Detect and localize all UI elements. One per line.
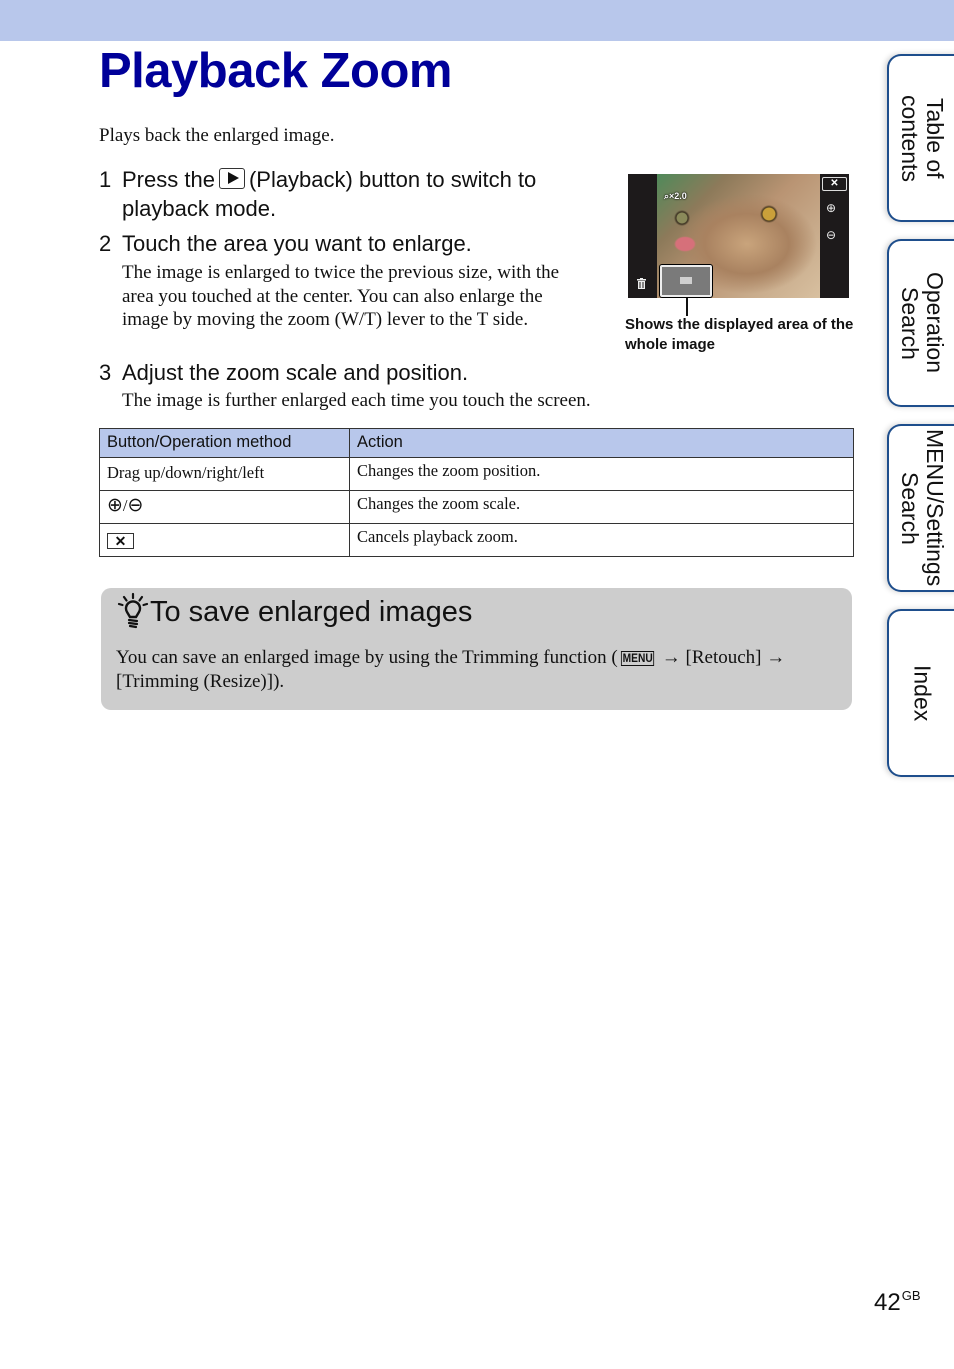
header-band — [0, 0, 954, 41]
step-text-part: (Playback) button to switch to — [248, 167, 537, 192]
step-3-description: The image is further enlarged each time … — [122, 390, 591, 411]
side-tab-index[interactable]: Index — [887, 609, 954, 777]
illustration-caption: Shows the displayed area of the whole im… — [625, 316, 854, 353]
tip-text: [Trimming (Resize)]). — [116, 670, 285, 692]
step-text-part: playback mode. — [122, 196, 277, 221]
side-tab-label-wrap: Index — [889, 611, 954, 775]
callout-line — [686, 298, 688, 316]
page-number-suffix: GB — [901, 1288, 921, 1303]
side-tab-table-of-contents[interactable]: Table of contents — [887, 54, 954, 222]
side-tab-label: MENU/Settings Search — [897, 429, 948, 587]
action-cell: Changes the zoom position. — [349, 457, 854, 491]
arrow-icon: → — [766, 647, 786, 668]
side-tab-label: Operation Search — [897, 272, 948, 374]
method-cell: Drag up/down/right/left — [99, 457, 350, 491]
zoom-scale-badge: ⌕×2.0 — [664, 191, 687, 201]
step-number: 2 — [99, 231, 112, 256]
navigator-thumbnail — [660, 265, 712, 297]
zoom-out-icon: ⊖ — [826, 228, 837, 242]
column-header: Action — [349, 428, 854, 458]
column-header: Button/Operation method — [99, 428, 350, 458]
action-cell: Cancels playback zoom. — [349, 523, 854, 557]
side-tab-operation-search[interactable]: Operation Search — [887, 239, 954, 407]
menu-button-icon: MENU — [620, 651, 655, 666]
operations-table: Button/Operation method Action Drag up/d… — [99, 428, 854, 557]
lightbulb-hint-icon — [117, 592, 149, 629]
trash-icon — [637, 278, 646, 292]
step-text: Press the (Playback) button to switch to … — [122, 165, 536, 223]
side-tab-label: Table of contents — [897, 94, 948, 182]
step-text-part: Press the — [122, 167, 215, 192]
intro-text: Plays back the enlarged image. — [99, 125, 335, 146]
tip-box: To save enlarged images You can save an … — [101, 588, 852, 710]
method-cell: ✕ — [99, 523, 350, 557]
side-tab-label-wrap: Operation Search — [889, 241, 954, 405]
zoom-in-icon: ⊕ — [107, 494, 123, 516]
page-number-value: 42 — [874, 1289, 901, 1316]
tip-title: To save enlarged images — [150, 596, 473, 628]
step-number: 1 — [99, 167, 112, 192]
page-number: 42GB — [874, 1288, 921, 1317]
table-header-row: Button/Operation method Action — [99, 428, 854, 458]
side-tab-label: Index — [909, 664, 936, 722]
zoom-in-icon: ⊕ — [826, 201, 837, 215]
table-row: ✕ Cancels playback zoom. — [99, 523, 854, 557]
step-text: Adjust the zoom scale and position. — [122, 360, 469, 385]
side-tab-label-wrap: MENU/Settings Search — [889, 426, 954, 590]
method-cell: ⊕/⊖ — [99, 490, 350, 524]
step-2-description: The image is enlarged to twice the previ… — [122, 262, 560, 330]
close-icon: ✕ — [107, 533, 134, 549]
arrow-icon: → — [661, 647, 681, 668]
tip-text: [Retouch] — [685, 647, 762, 668]
camera-screen-illustration: ⌕×2.0 ✕ ⊕ ⊖ — [628, 174, 849, 298]
tip-text: You can save an enlarged image by using … — [116, 647, 618, 668]
side-tab-menu-settings-search[interactable]: MENU/Settings Search — [887, 424, 954, 592]
step-text: Touch the area you want to enlarge. — [122, 231, 472, 256]
side-tab-label-wrap: Table of contents — [889, 56, 954, 220]
page-title: Playback Zoom — [99, 44, 452, 98]
tip-body: You can save an enlarged image by using … — [116, 646, 836, 693]
step-number: 3 — [99, 360, 112, 385]
table-row: ⊕/⊖ Changes the zoom scale. — [99, 490, 854, 524]
playback-button-icon — [218, 168, 245, 189]
table-row: Drag up/down/right/left Changes the zoom… — [99, 457, 854, 491]
zoom-out-icon: ⊖ — [127, 494, 144, 516]
action-cell: Changes the zoom scale. — [349, 490, 854, 524]
close-icon: ✕ — [822, 177, 847, 191]
